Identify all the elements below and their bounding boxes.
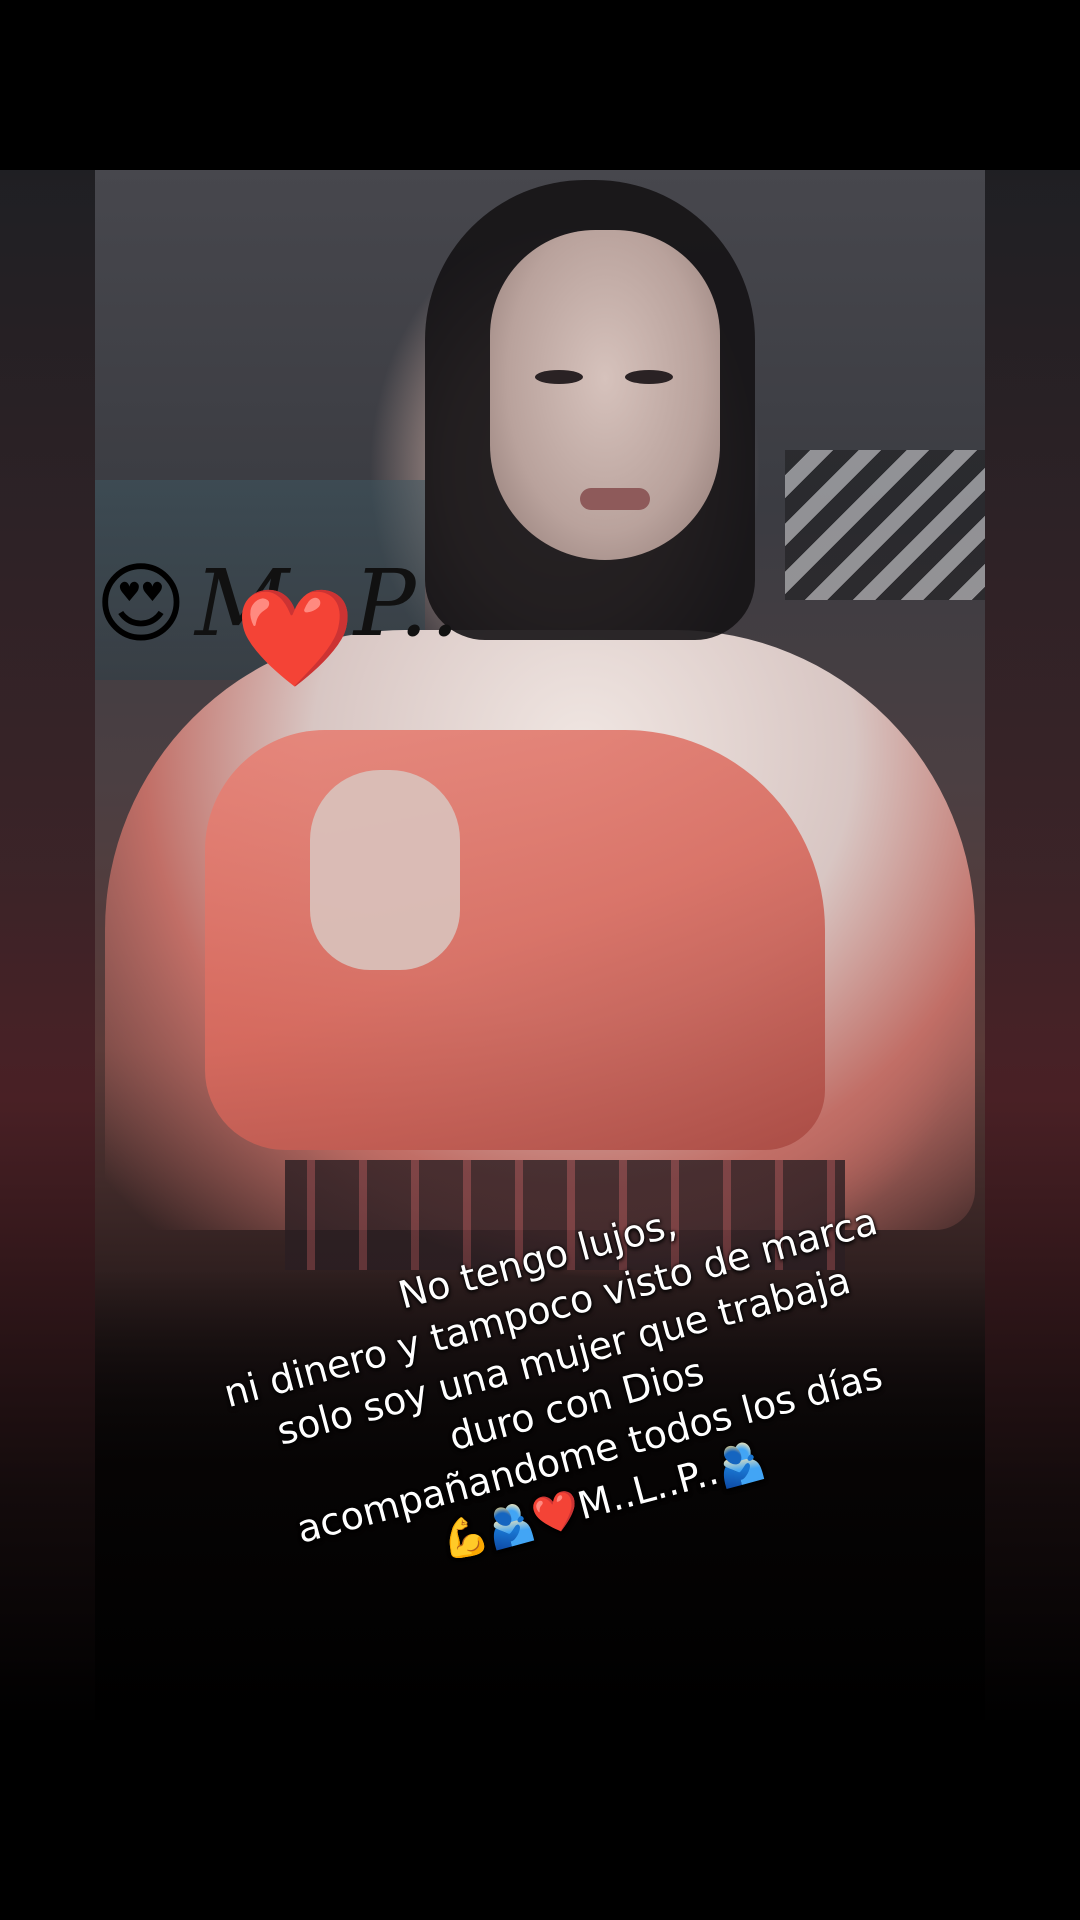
left-eye <box>535 370 583 384</box>
blurred-background-left <box>0 170 95 1720</box>
background-blanket <box>785 450 985 600</box>
red-heart-emoji-icon: ❤️ <box>235 582 355 694</box>
right-eye <box>625 370 673 384</box>
shawl <box>205 730 825 1150</box>
face <box>490 230 720 560</box>
hand <box>310 770 460 970</box>
lips <box>580 488 650 510</box>
initials-sticker: 😍 M..P.. ❤️ <box>95 550 459 700</box>
blurred-background-right <box>985 170 1080 1720</box>
heart-eyes-emoji-icon: 😍 <box>95 552 187 655</box>
video-frame: 😍 M..P.. ❤️ No tengo lujos, ni dinero y … <box>0 170 1080 1720</box>
